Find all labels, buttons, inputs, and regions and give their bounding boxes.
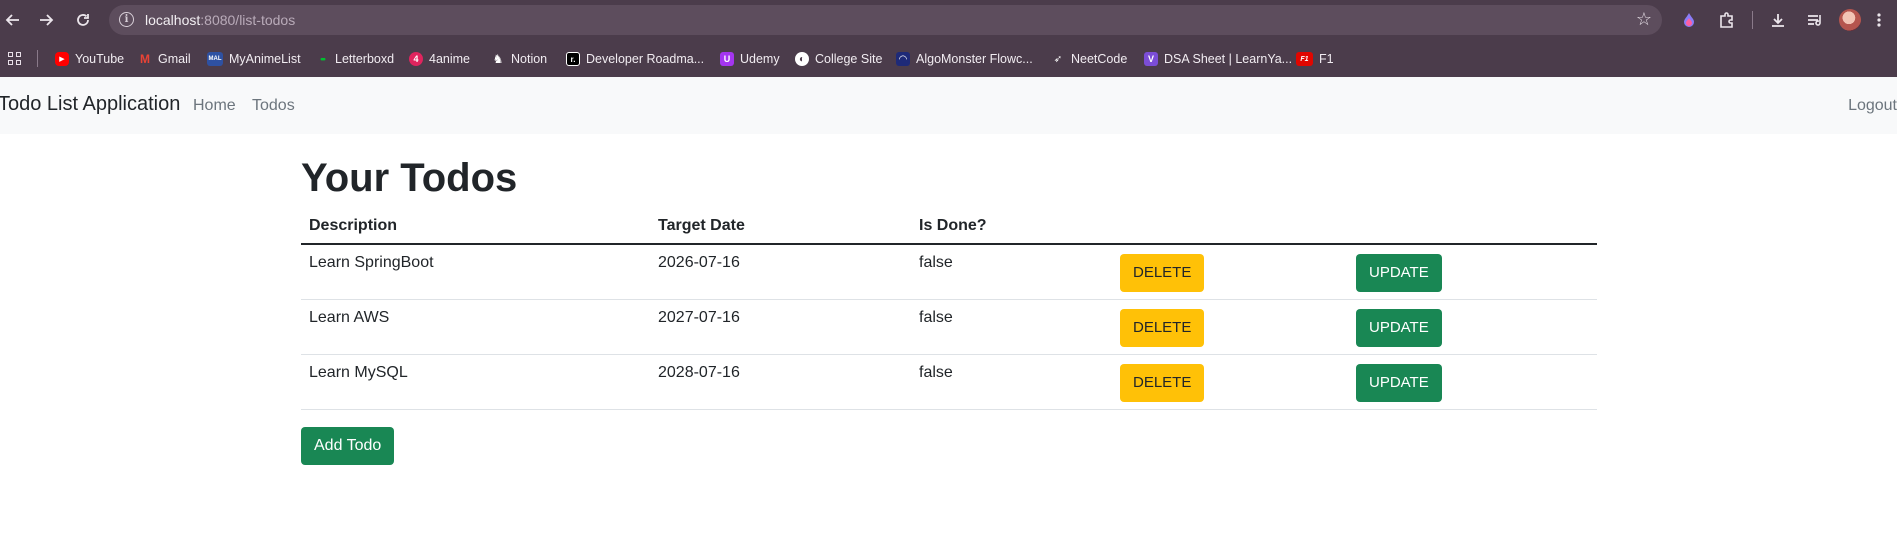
bookmark-label: Letterboxd — [335, 52, 395, 66]
letterboxd-icon: ••• — [320, 54, 325, 64]
delete-cell: DELETE — [1112, 354, 1348, 410]
delete-cell: DELETE — [1112, 244, 1348, 300]
todo-description: Learn MySQL — [301, 354, 650, 410]
todo-is-done: false — [911, 299, 1112, 355]
update-cell: UPDATE — [1348, 299, 1597, 355]
bookmark-f1[interactable]: F1 F1 — [1296, 49, 1334, 69]
update-cell: UPDATE — [1348, 244, 1597, 300]
bookmark-label: Udemy — [740, 52, 780, 66]
todo-description: Learn SpringBoot — [301, 244, 650, 300]
bookmark-label: Notion — [511, 52, 548, 66]
bookmark-label: Gmail — [158, 52, 191, 66]
myanimelist-icon: MAL — [207, 52, 223, 66]
bookmark-star-icon[interactable]: ☆ — [1636, 9, 1652, 30]
media-queue-icon[interactable] — [1804, 9, 1826, 31]
bookmark-neetcode[interactable]: ➶ NeetCode — [1051, 49, 1128, 69]
bookmark-4anime[interactable]: 4 4anime — [409, 49, 470, 69]
table-row: Learn AWS 2027-07-16 false DELETE UPDATE — [301, 299, 1597, 355]
todo-target-date: 2028-07-16 — [650, 354, 911, 410]
bookmarks-bar: ▶ YouTube M Gmail MAL MyAnimeList ••• Le… — [0, 40, 1897, 77]
reload-icon[interactable] — [72, 9, 94, 31]
roadmap-icon: r. — [566, 52, 580, 66]
site-info-icon[interactable]: i — [119, 12, 134, 27]
column-header-target-date: Target Date — [650, 208, 911, 245]
table-row: Learn MySQL 2028-07-16 false DELETE UPDA… — [301, 354, 1597, 410]
todos-table: Description Target Date Is Done? Learn S… — [301, 208, 1597, 410]
url-path: :8080/list-todos — [200, 12, 296, 28]
bookmark-gmail[interactable]: M Gmail — [138, 49, 191, 69]
todos-container: Your Todos Description Target Date Is Do… — [301, 154, 1597, 465]
apps-grid-icon[interactable] — [8, 52, 21, 65]
back-arrow-icon[interactable] — [2, 9, 24, 31]
bookmark-myanimelist[interactable]: MAL MyAnimeList — [207, 49, 301, 69]
add-todo-button[interactable]: Add Todo — [301, 427, 395, 465]
table-header-row: Description Target Date Is Done? — [301, 208, 1597, 245]
nav-link-todos[interactable]: Todos — [252, 97, 295, 115]
navbar-brand[interactable]: Todo List Application — [0, 93, 180, 116]
algomonster-icon: ◠ — [896, 52, 910, 66]
column-header-delete — [1112, 208, 1348, 245]
bookmark-label: YouTube — [75, 52, 125, 66]
nav-link-home[interactable]: Home — [193, 97, 236, 115]
address-bar[interactable]: i localhost:8080/list-todos ☆ — [109, 5, 1662, 35]
app-navbar: Todo List Application Home Todos Logout — [0, 77, 1897, 134]
f1-icon: F1 — [1296, 52, 1313, 66]
youtube-icon: ▶ — [55, 52, 69, 66]
learnyard-icon: V — [1144, 52, 1158, 66]
udemy-icon: U — [720, 52, 734, 66]
todo-is-done: false — [911, 354, 1112, 410]
extension-drop-icon[interactable] — [1678, 9, 1700, 31]
delete-button[interactable]: DELETE — [1120, 254, 1205, 292]
bookmark-label: F1 — [1319, 52, 1334, 66]
bookmark-college-site[interactable]: ◐ College Site — [795, 49, 882, 69]
forward-arrow-icon[interactable] — [35, 9, 57, 31]
bookmark-label: Developer Roadma... — [586, 52, 705, 66]
url-host: localhost — [145, 12, 201, 28]
column-header-description: Description — [301, 208, 650, 245]
logout-link[interactable]: Logout — [1848, 97, 1897, 115]
toolbar-divider — [1752, 11, 1753, 29]
bookmark-dsa-sheet[interactable]: V DSA Sheet | LearnYa... — [1144, 49, 1292, 69]
notion-icon: ♞ — [492, 52, 504, 66]
delete-button[interactable]: DELETE — [1120, 363, 1205, 402]
column-header-is-done: Is Done? — [911, 208, 1112, 245]
column-header-update — [1348, 208, 1597, 245]
download-icon[interactable] — [1767, 9, 1789, 31]
bookmark-label: MyAnimeList — [229, 52, 301, 66]
bookmark-label: College Site — [815, 52, 883, 66]
browser-toolbar: i localhost:8080/list-todos ☆ — [0, 0, 1897, 40]
page-title: Your Todos — [301, 156, 518, 200]
bookmark-label: NeetCode — [1071, 52, 1128, 66]
bookmarks-divider — [37, 50, 38, 67]
delete-button[interactable]: DELETE — [1120, 308, 1205, 347]
web-page: Todo List Application Home Todos Logout … — [0, 77, 1897, 555]
bookmark-developer-roadmap[interactable]: r. Developer Roadma... — [566, 49, 704, 69]
bookmark-algomonster[interactable]: ◠ AlgoMonster Flowc... — [896, 49, 1033, 69]
rocket-icon: ➶ — [1053, 53, 1063, 65]
globe-icon: ◐ — [795, 52, 809, 66]
table-row: Learn SpringBoot 2026-07-16 false DELETE… — [301, 244, 1597, 300]
update-button[interactable]: UPDATE — [1356, 363, 1442, 402]
todo-is-done: false — [911, 244, 1112, 300]
update-button[interactable]: UPDATE — [1356, 308, 1442, 347]
bookmark-label: DSA Sheet | LearnYa... — [1164, 52, 1293, 66]
4anime-icon: 4 — [409, 52, 423, 66]
update-cell: UPDATE — [1348, 354, 1597, 410]
bookmark-label: AlgoMonster Flowc... — [916, 52, 1033, 66]
todo-target-date: 2026-07-16 — [650, 244, 911, 300]
profile-avatar[interactable] — [1839, 9, 1861, 31]
bookmark-youtube[interactable]: ▶ YouTube — [55, 49, 124, 69]
gmail-icon: M — [140, 52, 150, 66]
update-button[interactable]: UPDATE — [1356, 254, 1442, 292]
bookmark-udemy[interactable]: U Udemy — [720, 49, 780, 69]
bookmark-letterboxd[interactable]: ••• Letterboxd — [315, 49, 394, 69]
extensions-puzzle-icon[interactable] — [1716, 9, 1738, 31]
delete-cell: DELETE — [1112, 299, 1348, 355]
url-text[interactable]: localhost:8080/list-todos — [145, 12, 295, 28]
todo-description: Learn AWS — [301, 299, 650, 355]
bookmark-label: 4anime — [429, 52, 470, 66]
menu-kebab-icon[interactable] — [1868, 9, 1890, 31]
todo-target-date: 2027-07-16 — [650, 299, 911, 355]
bookmark-notion[interactable]: ♞ Notion — [491, 49, 548, 69]
